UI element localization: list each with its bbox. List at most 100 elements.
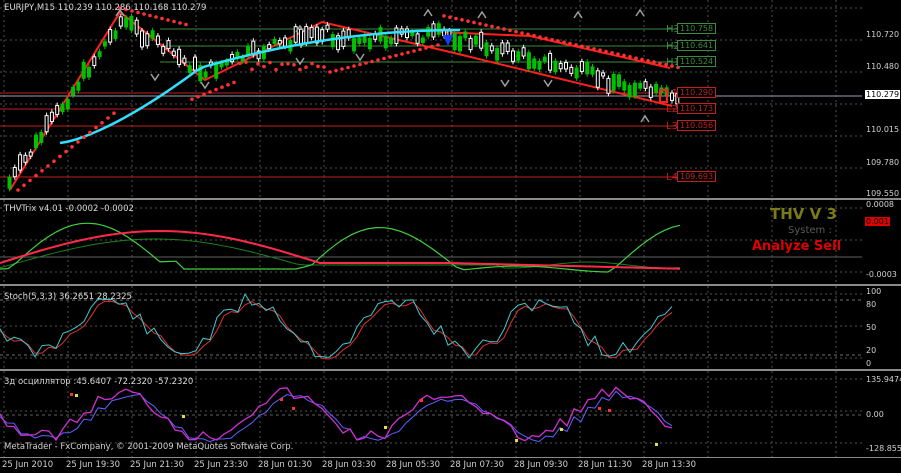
candle-body (495, 48, 500, 61)
sar-dot (490, 24, 494, 29)
stochastic-panel[interactable]: Stoch(5,3,3) 36.2651 28.2325 (0, 286, 862, 369)
oscillator-panel[interactable]: 3д осциллятор :45.6407 -72.2320 -57.2320… (0, 371, 862, 457)
time-tick: 28 Jun 01:30 (258, 460, 312, 470)
stochastic-axis: 100 80 50 20 0 (862, 286, 901, 369)
sar-dot (298, 67, 302, 72)
candle-body (76, 81, 81, 91)
stoch-tick: 50 (866, 323, 877, 332)
candle-body (617, 74, 621, 87)
price-panel[interactable]: H3H2H1L1L2L3L4 EURJPY,M15 110.239 110.28… (0, 0, 862, 198)
sar-dot (418, 47, 422, 52)
thv-title: THV V 3 (770, 205, 837, 223)
sar-dot (568, 41, 572, 46)
candle-body (357, 37, 362, 44)
candle-body (643, 81, 648, 89)
sar-dot (196, 95, 200, 99)
time-tick: 25 Jun 19:30 (66, 460, 120, 470)
candle-body (420, 37, 425, 43)
sar-dot (334, 68, 338, 73)
osc-sell-dot (598, 407, 601, 410)
sar-dot (88, 130, 92, 135)
candle-body (511, 50, 515, 62)
candle-body (309, 26, 314, 38)
candle-body (12, 167, 17, 178)
candle-body (81, 61, 86, 79)
time-tick: 25 Jun 21:30 (130, 460, 184, 470)
sar-dot (208, 90, 212, 94)
sar-dot (604, 49, 608, 54)
candle-body (44, 115, 49, 133)
candle-body (161, 46, 166, 54)
candle-body (129, 16, 134, 31)
candle-body (367, 37, 372, 50)
sar-dot (328, 70, 332, 74)
pivot-level-value: 110.056 (677, 120, 717, 131)
sar-dot (184, 22, 188, 27)
candle-body (325, 24, 330, 30)
sar-dot (70, 145, 74, 149)
candle-body (606, 77, 611, 94)
stoch-tick: 80 (866, 300, 877, 309)
candle-body (187, 65, 192, 73)
candle-body (526, 52, 531, 70)
time-tick: 25 Jun 23:30 (194, 460, 248, 470)
candle-body (39, 132, 44, 143)
candle-body (272, 38, 277, 44)
candle-body (23, 154, 28, 163)
candle-body (542, 56, 547, 62)
sar-dot (496, 25, 500, 30)
sar-dot (280, 62, 284, 67)
candle-body (108, 29, 113, 43)
candle-body (267, 44, 272, 50)
candle-body (632, 82, 637, 97)
sar-dot (178, 21, 182, 25)
sar-dot (262, 64, 266, 69)
thv-trix-panel[interactable]: THVTrix v4.01 -0.0002 -0.0002 THV V 3 Sy… (0, 200, 862, 284)
sar-dot (658, 61, 662, 66)
candle-body (505, 42, 510, 52)
current-price-tag: 110.279 (865, 90, 901, 99)
sar-dot (628, 55, 632, 59)
candle-body (548, 52, 553, 71)
candle-body (489, 45, 494, 52)
sar-dot (466, 19, 470, 23)
candle-body (473, 35, 478, 45)
candle-body (638, 82, 643, 89)
sar-dot (310, 61, 314, 66)
candle-body (564, 62, 568, 70)
candle-body (622, 81, 627, 91)
sar-dot (64, 149, 68, 154)
candle-body (479, 31, 484, 49)
candle-body (415, 33, 420, 44)
sar-dot (520, 31, 524, 35)
time-tick: 28 Jun 05:30 (386, 460, 440, 470)
sar-dot (166, 18, 170, 22)
candle-body (193, 56, 197, 71)
candle-body (521, 47, 526, 57)
sar-dot (430, 44, 434, 49)
candle-body (532, 58, 537, 69)
sar-dot (406, 50, 410, 55)
candle-body (648, 86, 653, 98)
osc-sell-dot (292, 407, 295, 410)
thv-trix-label: THVTrix v4.01 -0.0002 -0.0002 (4, 204, 134, 214)
sar-dot (610, 51, 614, 55)
pivot-level-value: 109.693 (677, 171, 717, 182)
candle-body (277, 40, 282, 45)
time-tick: 25 Jun 2010 (2, 460, 54, 470)
candle-body (49, 111, 54, 122)
sar-dot (478, 22, 482, 26)
candle-body (124, 17, 129, 28)
thv-value-tag: 0.001 (865, 217, 890, 226)
sar-dot (508, 28, 512, 33)
candle-body (383, 35, 388, 49)
sar-dot (460, 18, 464, 22)
sar-dot (502, 27, 506, 31)
fractal-arrow (500, 79, 510, 88)
sar-dot (556, 39, 560, 43)
candle-body (516, 51, 521, 61)
candle-body (219, 62, 224, 68)
sar-dot (382, 56, 386, 61)
candle-body (330, 34, 335, 48)
sar-dot (244, 60, 248, 64)
